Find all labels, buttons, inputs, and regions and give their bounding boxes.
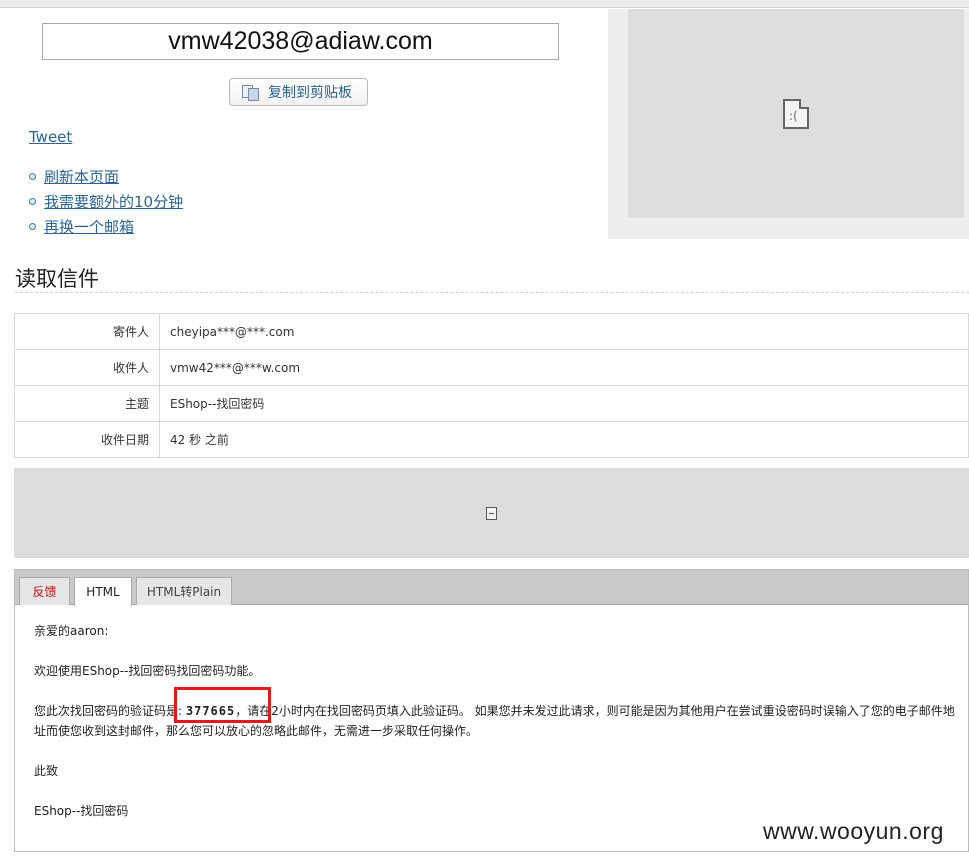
bullet-icon — [29, 198, 36, 205]
refresh-page-link[interactable]: 刷新本页面 — [44, 166, 119, 187]
ad-panel: :( — [608, 9, 969, 239]
table-row: 寄件人 cheyipa***@***.com — [14, 313, 969, 350]
code-highlight-box — [174, 687, 271, 723]
action-links: 刷新本页面 我需要额外的10分钟 再换一个邮箱 — [29, 164, 183, 239]
table-row: 收件日期 42 秒 之前 — [14, 421, 969, 458]
code-prefix-text: 您此次找回密码的验证码是: — [34, 704, 183, 718]
copy-to-clipboard-button[interactable]: 复制到剪贴板 — [229, 78, 368, 106]
closing-text: 此致 — [34, 764, 59, 778]
tweet-link[interactable]: Tweet — [29, 128, 72, 146]
action-item-extend: 我需要额外的10分钟 — [29, 189, 183, 214]
bullet-icon — [29, 173, 36, 180]
new-mailbox-link[interactable]: 再换一个邮箱 — [44, 216, 134, 237]
recipient-label: 收件人 — [14, 349, 160, 386]
subject-label: 主题 — [14, 385, 160, 422]
received-date-label: 收件日期 — [14, 421, 160, 458]
broken-image-icon: :( — [783, 98, 809, 129]
sender-value: cheyipa***@***.com — [159, 313, 969, 350]
tab-bar: 反馈 HTML HTML转Plain — [15, 570, 968, 606]
welcome-text: 欢迎使用EShop--找回密码找回密码功能。 — [34, 664, 261, 678]
mail-header-table: 寄件人 cheyipa***@***.com 收件人 vmw42***@***w… — [14, 313, 969, 458]
subject-value: EShop--找回密码 — [159, 385, 969, 422]
table-row: 收件人 vmw42***@***w.com — [14, 349, 969, 386]
email-address-text: vmw42038@adiaw.com — [168, 27, 433, 55]
extend-10-minutes-link[interactable]: 我需要额外的10分钟 — [44, 191, 183, 212]
bullet-icon — [29, 223, 36, 230]
message-body: 亲爱的aaron: 欢迎使用EShop--找回密码找回密码功能。 您此次找回密码… — [34, 621, 959, 841]
received-date-value: 42 秒 之前 — [159, 421, 969, 458]
watermark: www.wooyun.org — [763, 818, 944, 844]
action-item-refresh: 刷新本页面 — [29, 164, 183, 189]
tab-html-to-plain[interactable]: HTML转Plain — [136, 577, 232, 605]
top-bar — [0, 0, 969, 8]
banner-ad-placeholder — [14, 468, 969, 558]
section-title: 读取信件 — [15, 267, 99, 291]
table-row: 主题 EShop--找回密码 — [14, 385, 969, 422]
title-divider — [15, 292, 969, 293]
ad-placeholder: :( — [628, 9, 964, 218]
verification-paragraph: 您此次找回密码的验证码是: 377665，请在2小时内在找回密码页填入此验证码。… — [34, 701, 959, 741]
email-address-display[interactable]: vmw42038@adiaw.com — [42, 23, 559, 60]
recipient-value: vmw42***@***w.com — [159, 349, 969, 386]
clipboard-icon — [240, 84, 260, 101]
sender-label: 寄件人 — [14, 313, 160, 350]
action-item-new-mailbox: 再换一个邮箱 — [29, 214, 183, 239]
broken-image-icon — [486, 506, 497, 520]
tab-feedback[interactable]: 反馈 — [19, 577, 70, 605]
tab-html[interactable]: HTML — [74, 577, 132, 606]
copy-button-label: 复制到剪贴板 — [268, 85, 352, 101]
greeting-text: 亲爱的aaron: — [34, 624, 109, 638]
message-panel: 反馈 HTML HTML转Plain 亲爱的aaron: 欢迎使用EShop--… — [14, 569, 969, 852]
